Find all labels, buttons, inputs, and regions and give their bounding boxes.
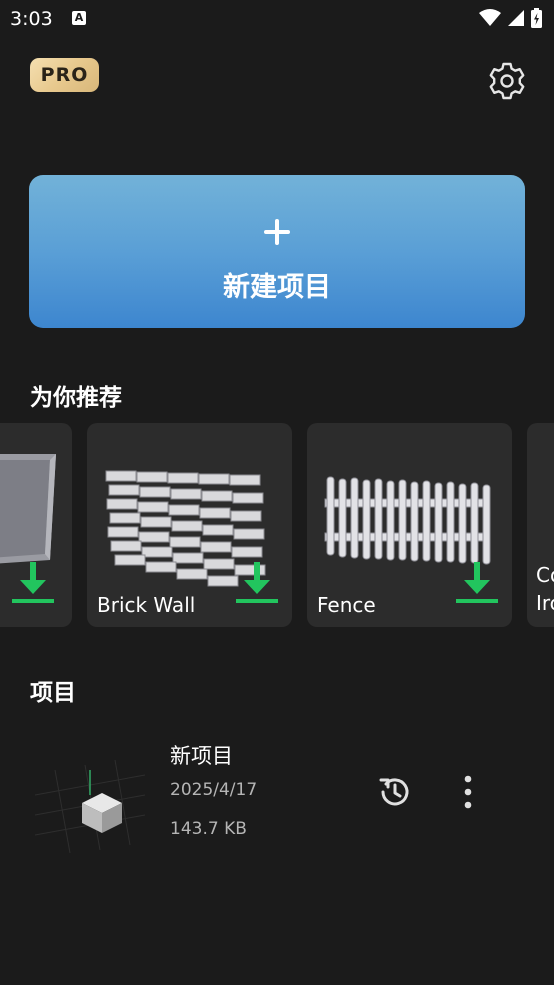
more-options-button[interactable] [456,773,480,811]
more-vert-icon [464,775,472,809]
download-icon[interactable] [10,560,56,606]
recommend-card-label: Brick Wall [97,593,196,617]
new-project-label: 新建项目 [223,272,331,303]
download-icon[interactable] [454,560,500,606]
pro-badge[interactable]: PRO [30,58,99,92]
recommended-title: 为你推荐 [30,385,122,411]
status-icons [479,7,542,29]
signal-icon [508,10,524,26]
recommend-card-partial[interactable]: Co Irc [527,423,554,627]
recommend-card-label: Fence [317,593,376,617]
project-name: 新项目 [170,744,233,768]
project-size: 143.7 KB [170,819,247,839]
project-date: 2025/4/17 [170,780,258,800]
recommend-card-fence[interactable]: Fence [307,423,512,627]
recommend-card-label: Co Irc [536,563,554,615]
recommend-card-frame[interactable] [0,423,72,627]
notification-a-icon: A [72,11,86,25]
download-icon[interactable] [234,560,280,606]
fence-model-thumbnail [324,476,491,565]
settings-button[interactable] [486,60,528,102]
status-time: 3:03 [10,8,53,30]
history-icon [379,778,409,806]
project-thumbnail [34,759,146,854]
wifi-icon [479,9,501,26]
projects-title: 项目 [30,680,76,706]
plus-icon [263,218,291,246]
history-button[interactable] [378,775,412,809]
battery-icon [531,8,542,28]
recommend-card-brick-wall[interactable]: Brick Wall [87,423,292,627]
frame-model-thumbnail [0,454,56,564]
gear-icon [489,62,525,100]
new-project-card[interactable] [29,175,525,328]
